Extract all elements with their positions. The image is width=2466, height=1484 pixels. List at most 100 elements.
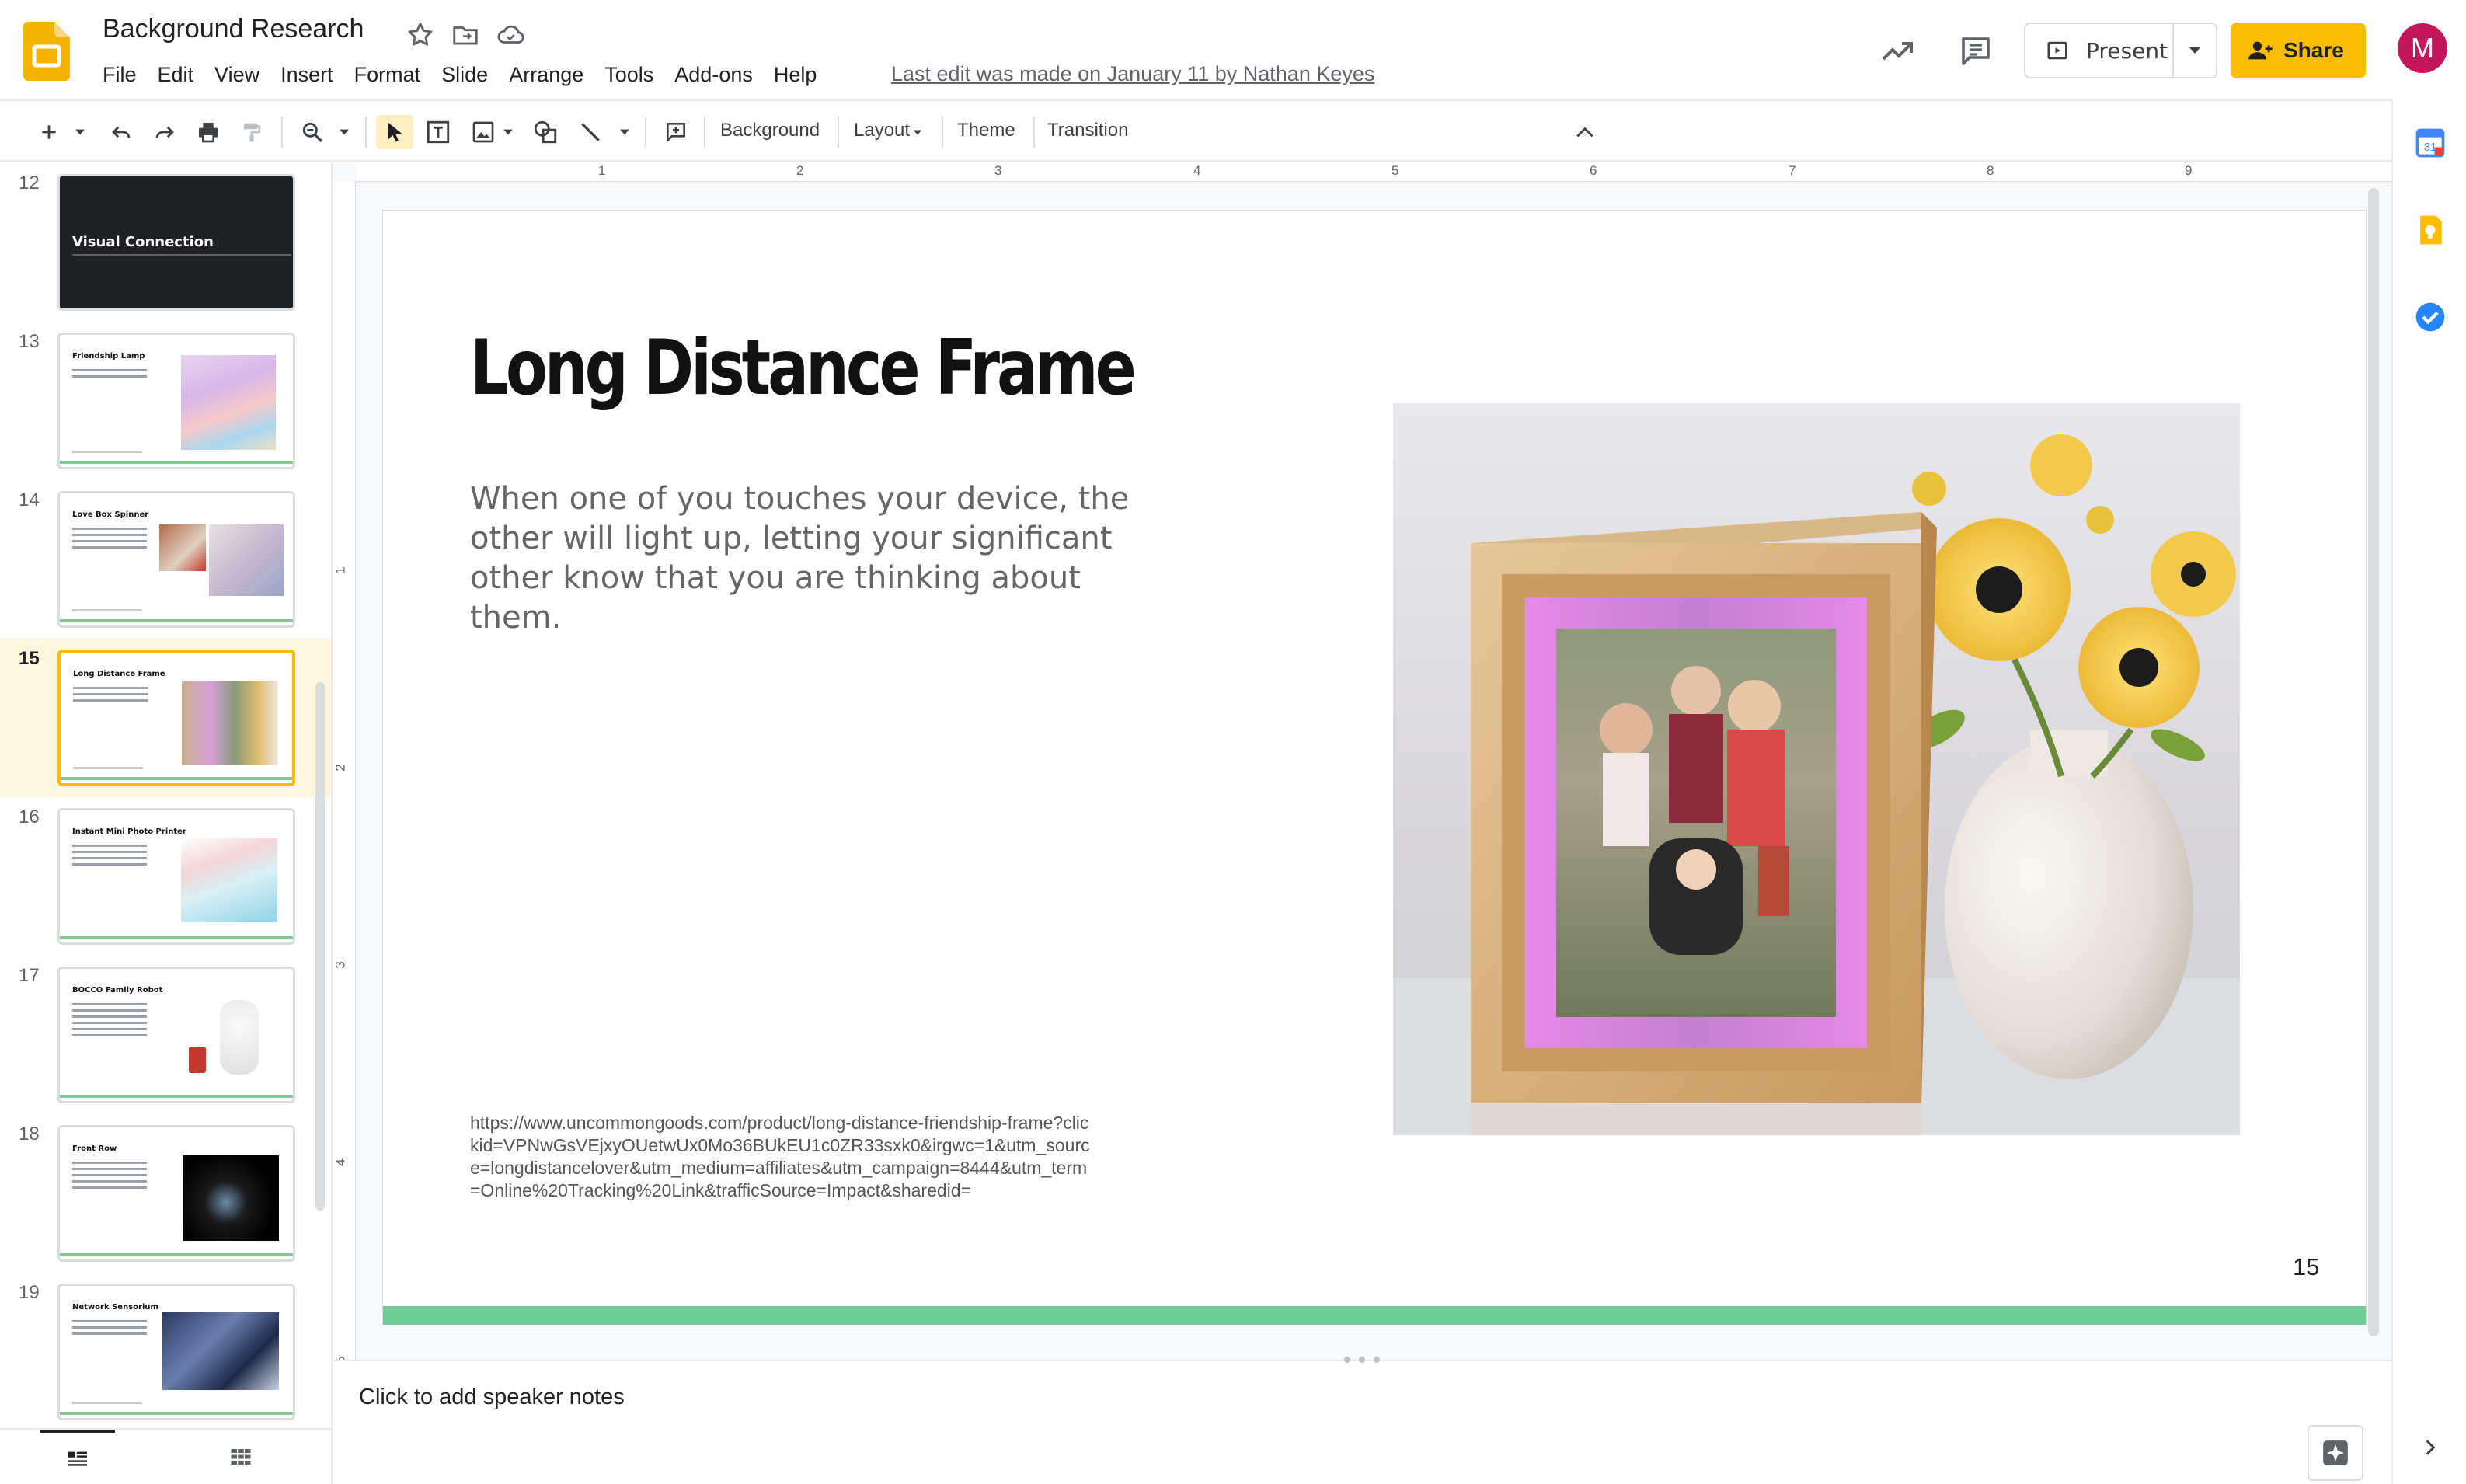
menu-view[interactable]: View — [214, 63, 259, 87]
filmstrip-slide[interactable]: 16 Instant Mini Photo Printer — [0, 797, 331, 956]
share-label: Share — [2283, 38, 2344, 62]
add-comment-button[interactable] — [657, 115, 695, 149]
slides-logo-icon[interactable] — [23, 22, 70, 81]
new-slide-layout-dropdown[interactable] — [68, 115, 92, 149]
thumbnail-image — [209, 524, 284, 596]
move-folder-icon[interactable] — [451, 20, 480, 50]
filmstrip-slide[interactable]: 14 Love Box Spinner — [0, 480, 331, 639]
zoom-dropdown[interactable] — [333, 115, 356, 149]
ruler-mark: 6 — [1590, 163, 1597, 178]
thumbnail-image — [162, 1312, 279, 1390]
ruler-mark: 3 — [333, 961, 348, 969]
menu-bar: File Edit View Insert Format Slide Arran… — [103, 61, 838, 89]
document-title[interactable]: Background Research — [103, 14, 364, 44]
paint-format-button[interactable] — [233, 115, 270, 149]
menu-slide[interactable]: Slide — [441, 63, 488, 87]
grid-view-icon — [231, 1449, 251, 1465]
current-slide[interactable]: Long Distance Frame When one of you touc… — [382, 210, 2367, 1325]
explore-sparkle-icon — [2323, 1440, 2348, 1465]
filmstrip-slide-active[interactable]: 15 Long Distance Frame — [0, 639, 331, 797]
speaker-notes-input[interactable]: Click to add speaker notes — [359, 1385, 625, 1410]
filmstrip-slide[interactable]: 13 Friendship Lamp — [0, 322, 331, 480]
cloud-saved-icon[interactable] — [496, 20, 525, 50]
new-slide-button[interactable] — [30, 115, 68, 149]
redo-button[interactable] — [146, 115, 183, 149]
calendar-icon[interactable]: 31 — [2413, 126, 2447, 160]
menu-help[interactable]: Help — [774, 63, 817, 87]
chevron-down-icon — [75, 129, 85, 135]
ruler-mark: 2 — [796, 163, 804, 178]
canvas-scrollbar[interactable] — [2368, 188, 2379, 1336]
layout-button[interactable]: Layout — [854, 120, 910, 141]
line-dropdown[interactable] — [614, 115, 636, 149]
insert-image-button[interactable] — [465, 115, 502, 149]
activity-dashboard-icon[interactable] — [1879, 33, 1916, 70]
slide-thumbnail[interactable]: Front Row — [57, 1125, 295, 1262]
star-icon[interactable] — [406, 20, 435, 50]
print-button[interactable] — [190, 115, 227, 149]
explore-button[interactable] — [2308, 1425, 2363, 1481]
redo-icon — [155, 126, 174, 138]
list-view-button[interactable] — [40, 1430, 115, 1484]
chevron-up-icon — [1576, 127, 1593, 138]
slide-thumbnail[interactable]: Network Sensorium — [57, 1284, 295, 1420]
menu-arrange[interactable]: Arrange — [509, 63, 583, 87]
menu-format[interactable]: Format — [354, 63, 421, 87]
ruler-mark: 3 — [994, 163, 1002, 178]
keep-notes-icon[interactable] — [2413, 213, 2447, 247]
slide-number: 16 — [19, 806, 40, 827]
shape-button[interactable] — [527, 115, 564, 149]
thumbnail-text-lines — [72, 528, 147, 552]
menu-file[interactable]: File — [103, 63, 137, 87]
filmstrip-slide[interactable]: 18 Front Row — [0, 1114, 331, 1273]
notes-resize-handle[interactable] — [1344, 1357, 1380, 1364]
chevron-right-icon[interactable] — [2422, 1437, 2438, 1458]
slide-thumbnail[interactable]: Long Distance Frame — [57, 650, 295, 786]
slide-body-text[interactable]: When one of you touches your device, the… — [470, 479, 1138, 638]
thumbnail-footer — [72, 451, 142, 453]
zoom-button[interactable] — [294, 115, 331, 149]
background-button[interactable]: Background — [720, 120, 820, 141]
toolbar-separator — [942, 117, 943, 148]
slide-thumbnail[interactable]: Visual Connection — [57, 174, 295, 311]
thumbnail-text-lines — [72, 1003, 147, 1040]
slide-number: 14 — [19, 489, 40, 510]
filmstrip-slide[interactable]: 19 Network Sensorium — [0, 1273, 331, 1428]
filmstrip-scrollbar[interactable] — [315, 682, 325, 1211]
present-options-dropdown[interactable] — [2174, 24, 2216, 77]
slide-title[interactable]: Long Distance Frame — [470, 324, 1137, 413]
menu-edit[interactable]: Edit — [158, 63, 194, 87]
filmstrip-slide[interactable]: 17 BOCCO Family Robot — [0, 956, 331, 1114]
slide-thumbnail[interactable]: Love Box Spinner — [57, 491, 295, 628]
share-button[interactable]: Share — [2231, 23, 2366, 78]
grid-view-button[interactable] — [204, 1430, 278, 1484]
slide-number-label: 15 — [2293, 1253, 2320, 1280]
side-panel: 31 — [2391, 99, 2466, 1484]
present-button[interactable]: Present — [2025, 24, 2174, 77]
slide-thumbnail[interactable]: BOCCO Family Robot — [57, 967, 295, 1103]
transition-button[interactable]: Transition — [1047, 120, 1128, 141]
add-comment-icon — [667, 123, 685, 141]
svg-text:31: 31 — [2424, 141, 2436, 154]
last-edit-link[interactable]: Last edit was made on January 11 by Nath… — [891, 62, 1374, 86]
text-box-button[interactable] — [420, 115, 457, 149]
filmstrip-slide[interactable]: 12 Visual Connection — [0, 163, 331, 322]
menu-tools[interactable]: Tools — [604, 63, 653, 87]
slide-thumbnail[interactable]: Friendship Lamp — [57, 333, 295, 469]
theme-button[interactable]: Theme — [957, 120, 1015, 141]
undo-icon — [112, 126, 131, 138]
thumbnail-text-lines — [72, 845, 147, 869]
tasks-icon[interactable] — [2413, 300, 2447, 334]
line-button[interactable] — [572, 115, 609, 149]
account-avatar[interactable]: M — [2398, 23, 2447, 73]
select-tool-button[interactable] — [376, 115, 413, 149]
undo-button[interactable] — [103, 115, 140, 149]
comment-history-icon[interactable] — [1957, 33, 1994, 70]
product-photo[interactable] — [1393, 403, 2240, 1135]
insert-image-dropdown[interactable] — [497, 115, 519, 149]
collapse-menus-button[interactable] — [1566, 115, 1604, 149]
menu-addons[interactable]: Add-ons — [674, 63, 753, 87]
menu-insert[interactable]: Insert — [280, 63, 333, 87]
slide-source-url[interactable]: https://www.uncommongoods.com/product/lo… — [470, 1112, 1092, 1202]
slide-thumbnail[interactable]: Instant Mini Photo Printer — [57, 808, 295, 945]
